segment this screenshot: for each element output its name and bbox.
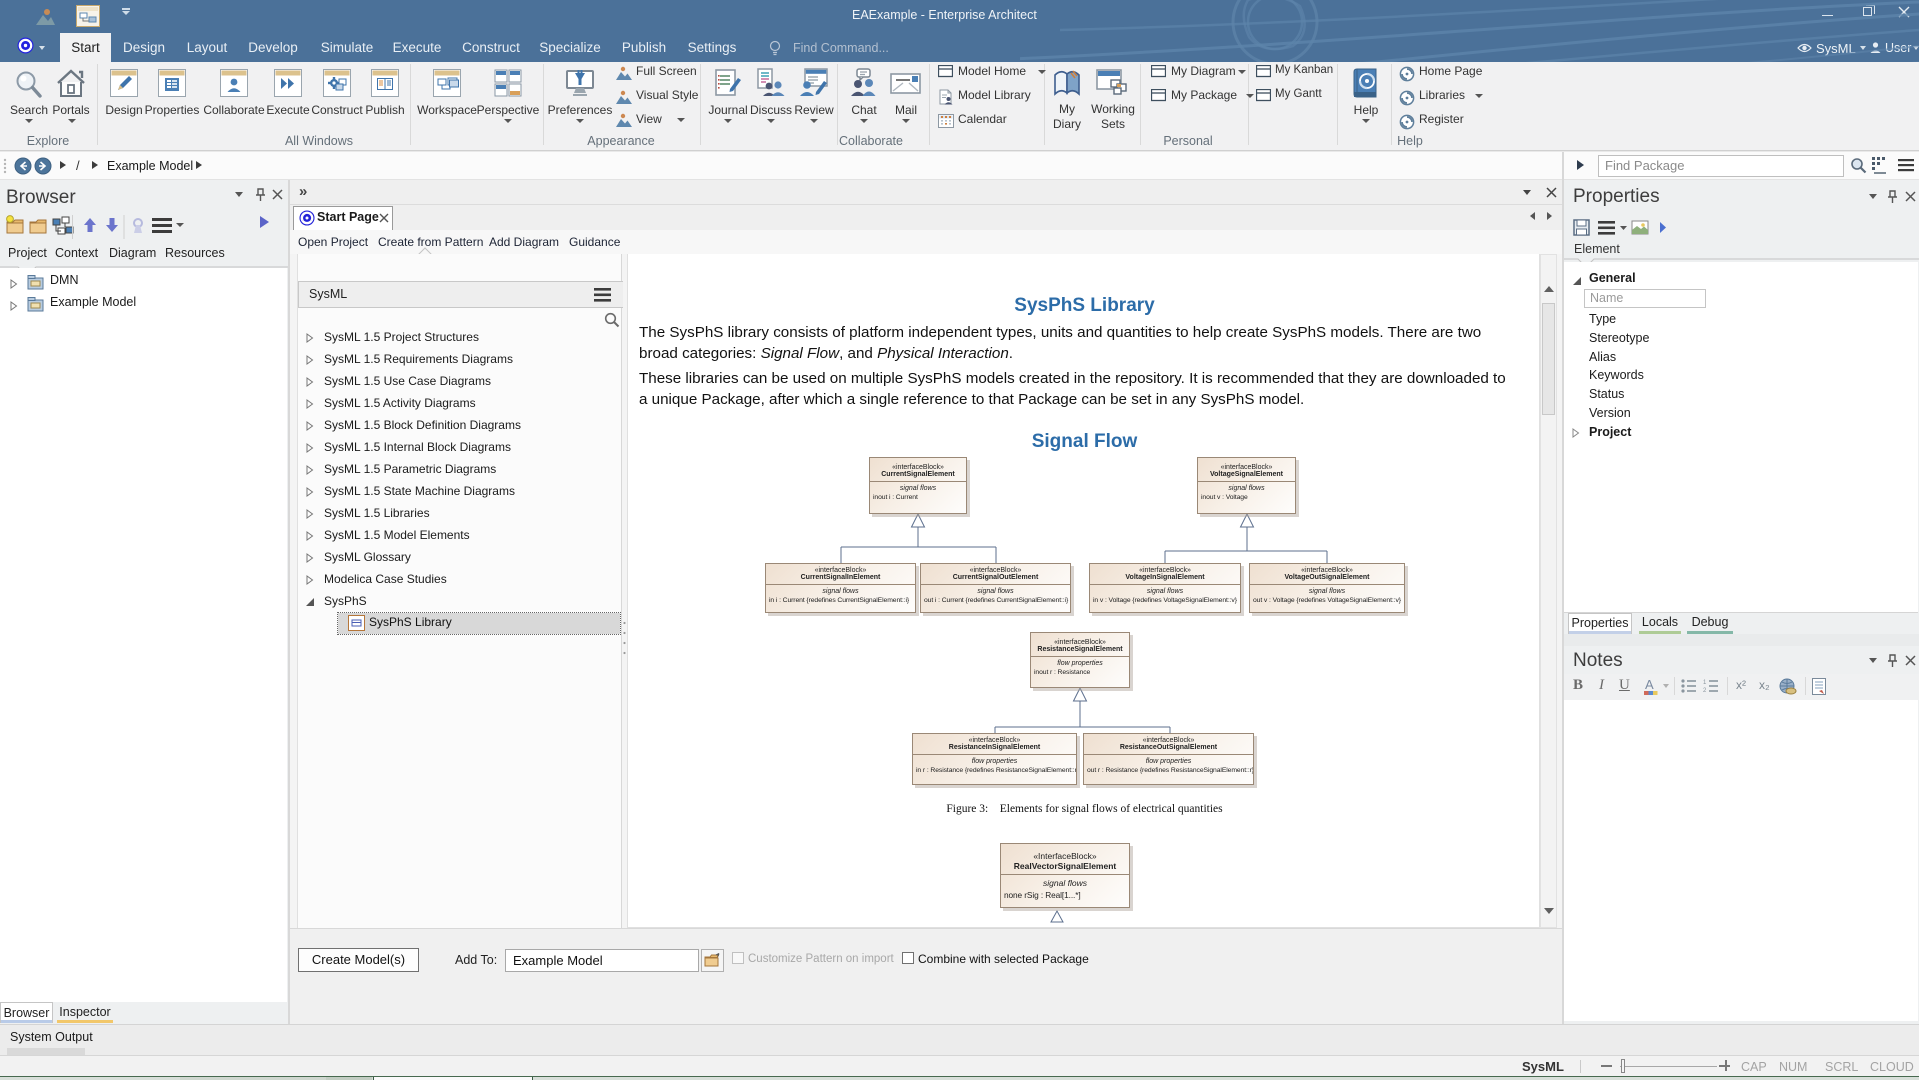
svg-text:1: 1 (1703, 680, 1707, 686)
svg-text:2: 2 (1703, 688, 1707, 693)
